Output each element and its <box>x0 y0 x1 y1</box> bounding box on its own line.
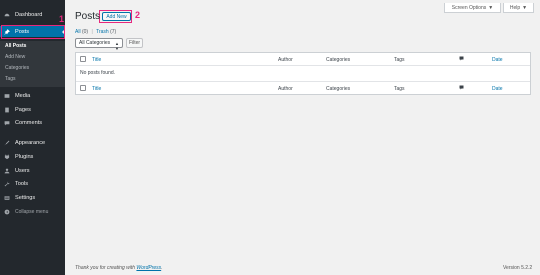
column-categories-footer: Categories <box>326 86 351 92</box>
no-posts-message: No posts found. <box>80 70 116 76</box>
menu-label: Media <box>15 92 31 99</box>
filter-button[interactable]: Filter <box>126 38 143 48</box>
footer-thanks: Thank you for creating with WordPress. <box>75 265 163 271</box>
page-title: Posts <box>75 11 101 22</box>
filter-all-link[interactable]: All <box>75 29 81 35</box>
annotation-step-2: 2 <box>135 10 141 20</box>
admin-sidebar: Dashboard Posts All Posts Add New Catego… <box>0 0 65 275</box>
dashboard-icon <box>4 13 10 16</box>
settings-icon <box>4 195 10 200</box>
table-row-empty: No posts found. <box>76 66 530 79</box>
media-icon <box>4 93 10 98</box>
filter-all-count: (0) <box>81 29 89 35</box>
filter-trash-count: (7) <box>110 29 117 35</box>
filter-separator: | <box>91 29 93 35</box>
menu-item-media[interactable]: Media <box>0 90 65 101</box>
footer-thanks-prefix: Thank you for creating with <box>75 265 137 271</box>
brush-icon <box>4 140 10 145</box>
column-categories: Categories <box>326 57 351 63</box>
column-date[interactable]: Date <box>492 57 503 63</box>
column-title[interactable]: Title <box>92 57 101 63</box>
users-icon <box>4 168 10 173</box>
category-select[interactable]: All Categories ▲ ▼ <box>75 38 123 51</box>
menu-label: Appearance <box>15 139 46 146</box>
menu-label: Settings <box>15 194 36 201</box>
collapse-icon <box>4 209 10 214</box>
menu-item-comments[interactable]: Comments <box>0 117 65 128</box>
wordpress-link[interactable]: WordPress <box>136 265 161 271</box>
menu-label: Dashboard <box>15 11 43 18</box>
posts-submenu: All Posts Add New Categories Tags <box>0 41 65 87</box>
add-new-button[interactable]: Add New <box>102 12 131 21</box>
select-all-checkbox[interactable] <box>80 56 86 62</box>
table-footer-row: Title Author Categories Tags Date <box>76 81 530 94</box>
column-date-footer[interactable]: Date <box>492 86 503 92</box>
column-author-footer: Author <box>278 86 293 92</box>
menu-label: Users <box>15 167 30 174</box>
select-arrows-icon: ▲ ▼ <box>115 41 119 51</box>
menu-label: Collapse menu <box>15 208 49 215</box>
comment-bubble-icon[interactable] <box>459 85 464 90</box>
menu-item-appearance[interactable]: Appearance <box>0 137 65 148</box>
submenu-categories[interactable]: Categories <box>5 65 29 71</box>
column-tags: Tags <box>394 57 405 63</box>
column-title-footer[interactable]: Title <box>92 86 101 92</box>
wrench-icon <box>4 181 10 186</box>
footer-thanks-suffix: . <box>161 265 163 271</box>
menu-item-tools[interactable]: Tools <box>0 178 65 189</box>
caret-down-icon: ▼ <box>488 4 494 11</box>
column-author: Author <box>278 57 293 63</box>
menu-label: Tools <box>15 180 29 187</box>
screen-options-label: Screen Options <box>451 4 487 11</box>
screen-options-button[interactable]: Screen Options ▼ <box>444 3 501 13</box>
footer-version: Version 5.2.2 <box>503 265 533 271</box>
menu-item-users[interactable]: Users <box>0 165 65 176</box>
submenu-add-new[interactable]: Add New <box>5 54 25 60</box>
column-tags-footer: Tags <box>394 86 405 92</box>
submenu-tags[interactable]: Tags <box>5 76 16 82</box>
menu-label: Comments <box>15 119 43 126</box>
menu-item-pages[interactable]: Pages <box>0 104 65 115</box>
caret-down-icon: ▼ <box>522 4 528 11</box>
table-header-row: Title Author Categories Tags Date <box>76 53 530 66</box>
post-status-filters: All (0) | Trash (7) <box>75 29 116 35</box>
select-all-checkbox-footer[interactable] <box>80 85 86 91</box>
menu-item-settings[interactable]: Settings <box>0 192 65 203</box>
plugin-icon <box>4 154 10 159</box>
submenu-all-posts[interactable]: All Posts <box>5 43 26 49</box>
menu-item-collapse[interactable]: Collapse menu <box>0 206 65 217</box>
help-label: Help <box>509 4 521 11</box>
highlight-posts-box <box>1 25 65 39</box>
pages-icon <box>5 107 9 112</box>
comments-icon <box>4 120 10 125</box>
menu-item-dashboard[interactable]: Dashboard <box>0 9 65 20</box>
menu-label: Pages <box>15 106 31 113</box>
help-button[interactable]: Help ▼ <box>503 3 534 13</box>
category-select-value: All Categories <box>79 40 111 46</box>
menu-label: Plugins <box>15 153 34 160</box>
menu-item-plugins[interactable]: Plugins <box>0 151 65 162</box>
filter-trash-link[interactable]: Trash <box>96 29 109 35</box>
comment-bubble-icon[interactable] <box>459 56 464 61</box>
annotation-step-1: 1 <box>59 14 65 24</box>
posts-table: Title Author Categories Tags Date No pos… <box>75 52 531 95</box>
